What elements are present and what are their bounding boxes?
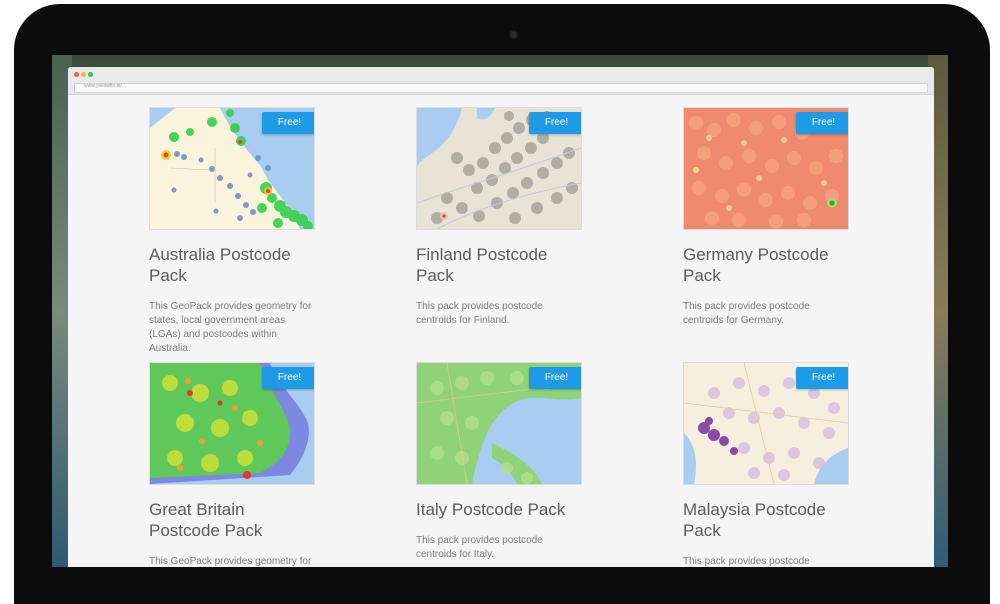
pack-title[interactable]: Great Britain Postcode Pack (149, 499, 319, 541)
free-badge: Free! (796, 112, 848, 134)
pack-title[interactable]: Italy Postcode Pack (416, 499, 586, 520)
address-bar-url: www.yellowfin.bi/... (84, 83, 126, 89)
pack-thumbnail-malaysia[interactable]: Free! (683, 362, 849, 485)
pack-title[interactable]: Germany Postcode Pack (683, 244, 853, 286)
pack-card-great-britain: Free! Great Britain Postcode Pack This G… (149, 362, 319, 567)
pack-title[interactable]: Finland Postcode Pack (416, 244, 586, 286)
pack-title[interactable]: Australia Postcode Pack (149, 244, 319, 286)
pack-card-finland: Free! Finland Postcode Pack This pack pr… (416, 107, 586, 328)
pack-thumbnail-great-britain[interactable]: Free! (149, 362, 315, 485)
free-badge: Free! (529, 112, 581, 134)
free-badge: Free! (262, 367, 314, 389)
pack-card-germany: Free! Germany Postcode Pack This pack pr… (683, 107, 853, 328)
address-bar[interactable]: www.yellowfin.bi/... (74, 83, 928, 93)
pack-description: This pack provides postcode centroids fo… (416, 535, 543, 560)
geopack-grid: Free! Australia Postcode Pack This GeoPa… (68, 95, 934, 567)
close-window-button[interactable] (74, 72, 79, 77)
pack-description: This pack provides postcode centroids fo… (683, 301, 810, 326)
pack-thumbnail-italy[interactable]: Free! (416, 362, 582, 485)
pack-card-australia: Free! Australia Postcode Pack This GeoPa… (149, 107, 319, 356)
minimize-window-button[interactable] (81, 72, 86, 77)
pack-thumbnail-finland[interactable]: Free! (416, 107, 582, 230)
pack-description: This GeoPack provides geometry for state… (149, 301, 312, 354)
pack-card-italy: Free! Italy Postcode Pack This pack prov… (416, 362, 586, 562)
pack-description: This pack provides postcode centroids fo… (416, 301, 543, 326)
maximize-window-button[interactable] (88, 72, 93, 77)
pack-thumbnail-germany[interactable]: Free! (683, 107, 849, 230)
pack-title[interactable]: Malaysia Postcode Pack (683, 499, 853, 541)
pack-description: This GeoPack provides geometry for (149, 556, 312, 567)
browser-window: www.yellowfin.bi/... Free! Australia Pos… (68, 67, 934, 567)
webcam (509, 30, 518, 39)
free-badge: Free! (529, 367, 581, 389)
browser-toolbar: www.yellowfin.bi/... (68, 67, 934, 95)
free-badge: Free! (262, 112, 314, 134)
free-badge: Free! (796, 367, 848, 389)
pack-thumbnail-australia[interactable]: Free! (149, 107, 315, 230)
pack-card-malaysia: Free! Malaysia Postcode Pack This pack p… (683, 362, 853, 567)
pack-description: This pack provides postcode (683, 556, 810, 567)
